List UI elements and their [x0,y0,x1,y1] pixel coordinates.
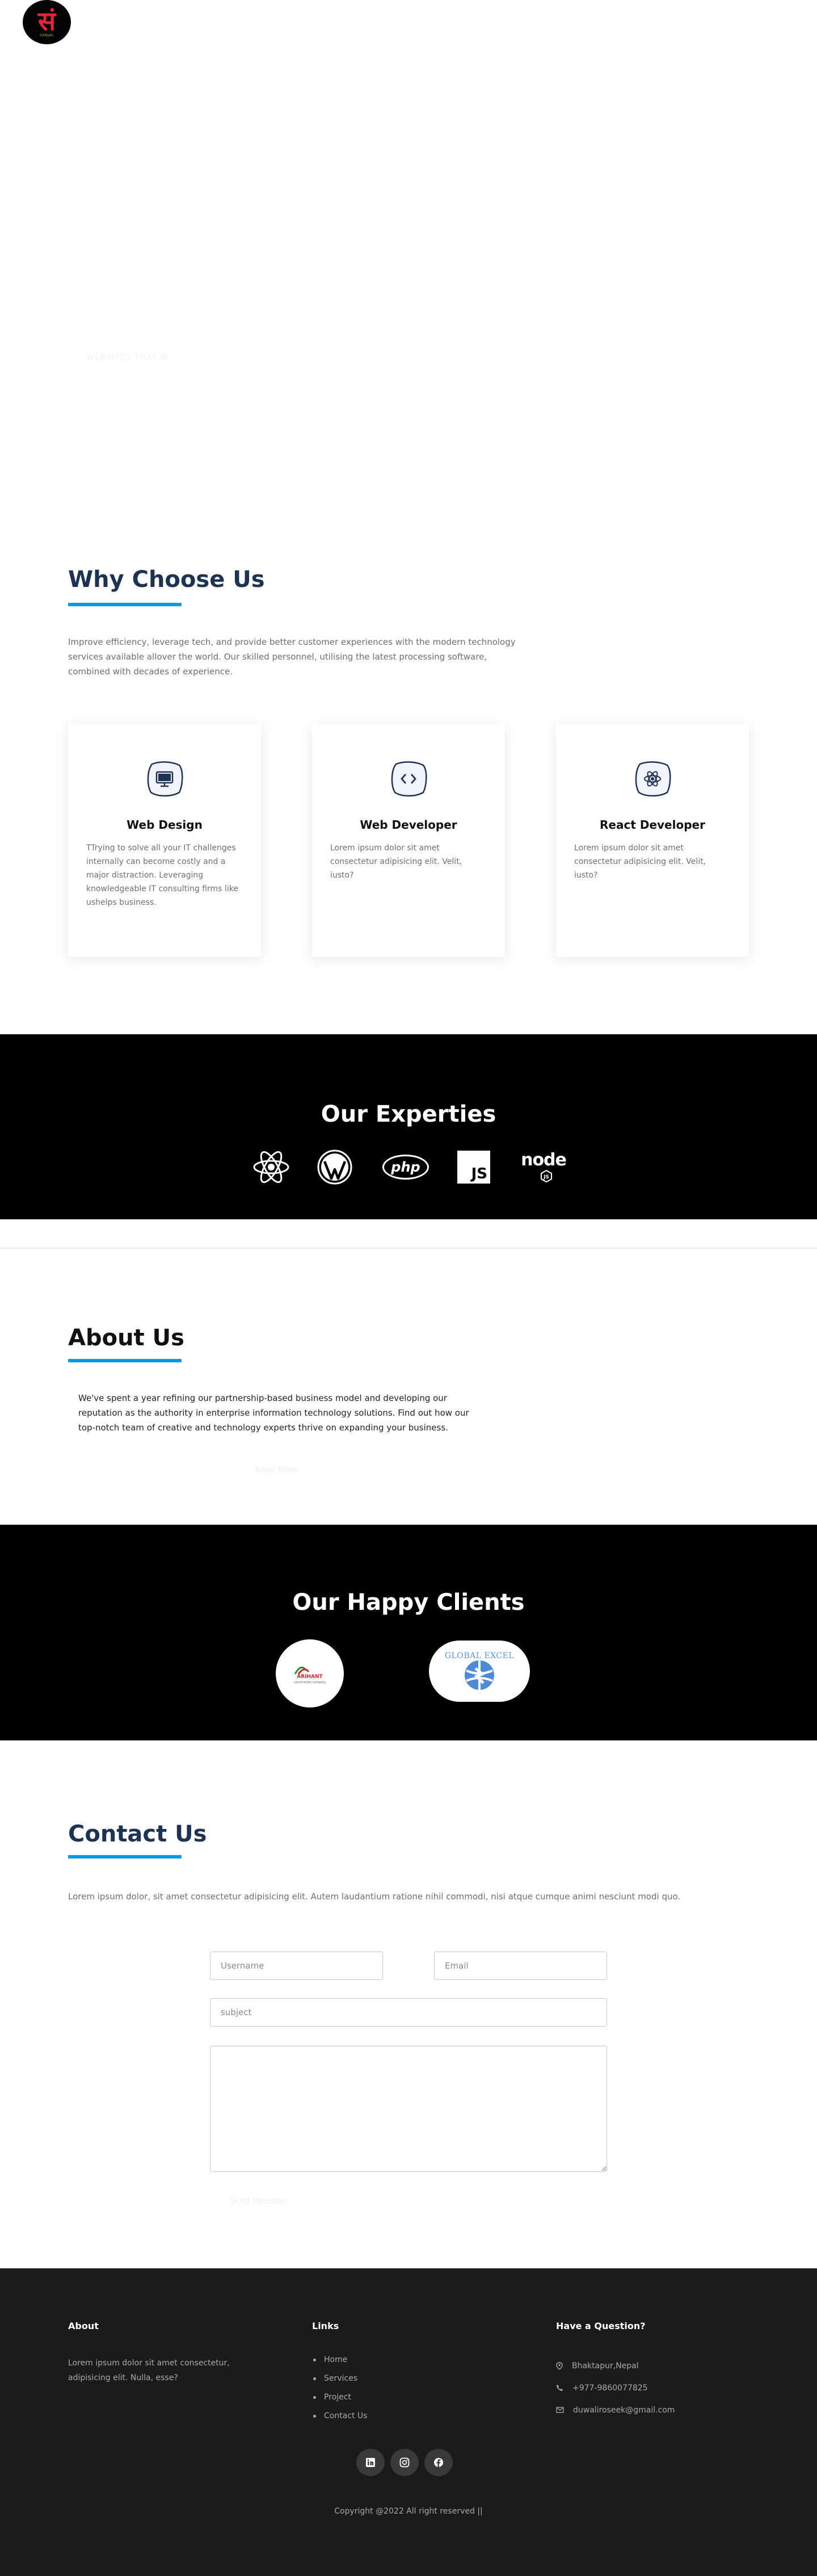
site-logo[interactable]: सं SANJAL [23,0,71,44]
why-underline [68,603,182,606]
footer-about-heading: About [68,2321,99,2331]
hero-faint-text: WEBSITES THAT W [86,353,169,362]
copyright-text: Copyright @2022 All right reserved || [334,2507,483,2516]
facebook-link[interactable] [424,2449,453,2476]
phone-icon [557,2385,563,2391]
logo-glyph: सं [37,6,56,36]
php-logo-text: php [391,1159,420,1175]
message-field[interactable] [210,2046,607,2172]
monitor-icon [147,761,183,797]
subject-field[interactable] [210,1998,607,2027]
service-card-web-developer: Web Developer Lorem ipsum dolor sit amet… [312,724,505,957]
client-1-sub: construction company [294,1681,326,1684]
footer-contact-list: Bhaktapur,Nepal +977-9860077825 duwaliro… [556,2355,675,2421]
footer-link-label: Project [324,2393,351,2402]
footer-link-services[interactable]: Services [312,2372,367,2391]
facebook-icon [434,2458,443,2467]
expertise-section: Our Experties [0,1034,817,1219]
footer-link-label: Home [324,2355,348,2364]
clients-section: Our Happy Clients [0,1525,817,1740]
client-logo-1: ARIHANT construction company [276,1639,344,1707]
service-card-web-design: Web Design TTrying to solve all your IT … [68,724,261,957]
about-underline [68,1359,182,1362]
js-logo-text: JS [471,1165,487,1182]
contact-title: Contact Us [68,1821,207,1847]
footer-link-label: Contact Us [324,2411,368,2420]
react-icon [635,761,671,797]
contact-paragraph: Lorem ipsum dolor, sit amet consectetur … [68,1891,681,1902]
card-title: Web Design [127,818,203,832]
footer-link-contact[interactable]: Contact Us [312,2410,367,2428]
site-footer: About Lorem ipsum dolor sit amet consect… [0,2268,817,2576]
mail-icon [556,2407,564,2413]
why-paragraph: Improve efficiency, leverage tech, and p… [68,637,516,677]
about-read-more[interactable]: Read More [255,1466,297,1475]
footer-address-text: Bhaktapur,Nepal [572,2361,639,2371]
instagram-link[interactable] [390,2449,419,2476]
why-title: Why Choose Us [68,567,265,593]
javascript-logo-icon: JS [457,1148,490,1186]
linkedin-link[interactable] [356,2449,385,2476]
contact-underline [68,1855,182,1858]
page: सं SANJAL WEBSITES THAT W Why Choose Us … [0,0,817,2576]
clients-title: Our Happy Clients [292,1589,525,1616]
username-field[interactable] [210,1952,383,1980]
map-pin-icon [556,2361,563,2370]
globe-icon [465,1660,494,1690]
card-title: React Developer [600,818,705,832]
email-field[interactable] [434,1952,607,1980]
footer-phone[interactable]: +977-9860077825 [556,2377,675,2399]
footer-link-home[interactable]: Home [312,2353,367,2372]
bullet-icon [313,2377,316,2380]
svg-text:JS: JS [543,1174,549,1180]
card-text: TTrying to solve all your IT challenges … [86,844,238,907]
php-logo-icon: php [382,1148,429,1186]
send-message-button[interactable]: Send Message [230,2197,287,2206]
footer-link-project[interactable]: Project [312,2391,367,2410]
expertise-title: Our Experties [321,1101,496,1127]
footer-email-text: duwaliroseek@gmail.com [573,2405,675,2415]
service-card-react-developer: React Developer Lorem ipsum dolor sit am… [556,724,749,957]
node-hex-icon: JS [541,1170,552,1182]
bullet-icon [313,2359,316,2361]
wordpress-logo-icon [317,1149,352,1185]
bullet-icon [313,2396,316,2399]
client-1-name: ARIHANT [297,1674,323,1680]
footer-phone-text: +977-9860077825 [572,2383,648,2393]
bullet-icon [313,2415,316,2418]
linkedin-icon [366,2458,375,2467]
about-paragraph: We've spent a year refining our partners… [78,1393,469,1433]
footer-about-text: Lorem ipsum dolor sit amet consectetur, … [68,2359,230,2382]
footer-links-heading: Links [312,2321,339,2331]
section-divider [0,1248,817,1249]
footer-question-heading: Have a Question? [556,2321,646,2331]
card-text: Lorem ipsum dolor sit amet consectetur a… [330,844,462,880]
card-text: Lorem ipsum dolor sit amet consectetur a… [574,844,706,880]
expertise-logos: php JS node JS [252,1148,570,1186]
footer-link-label: Services [324,2374,358,2383]
about-title: About Us [68,1325,184,1351]
footer-links: Home Services Project Contact Us [312,2353,367,2428]
client-logo-2: GLOBAL EXCEL [429,1641,530,1702]
footer-address: Bhaktapur,Nepal [556,2355,675,2377]
react-logo-icon [253,1151,289,1184]
code-icon [391,761,427,797]
logo-tagline: SANJAL [40,33,54,37]
nodejs-logo-icon: node JS [517,1148,570,1186]
card-title: Web Developer [360,818,457,832]
instagram-icon [399,2457,410,2468]
node-logo-text: node [521,1150,567,1170]
footer-email[interactable]: duwaliroseek@gmail.com [556,2399,675,2421]
social-links [356,2449,458,2476]
